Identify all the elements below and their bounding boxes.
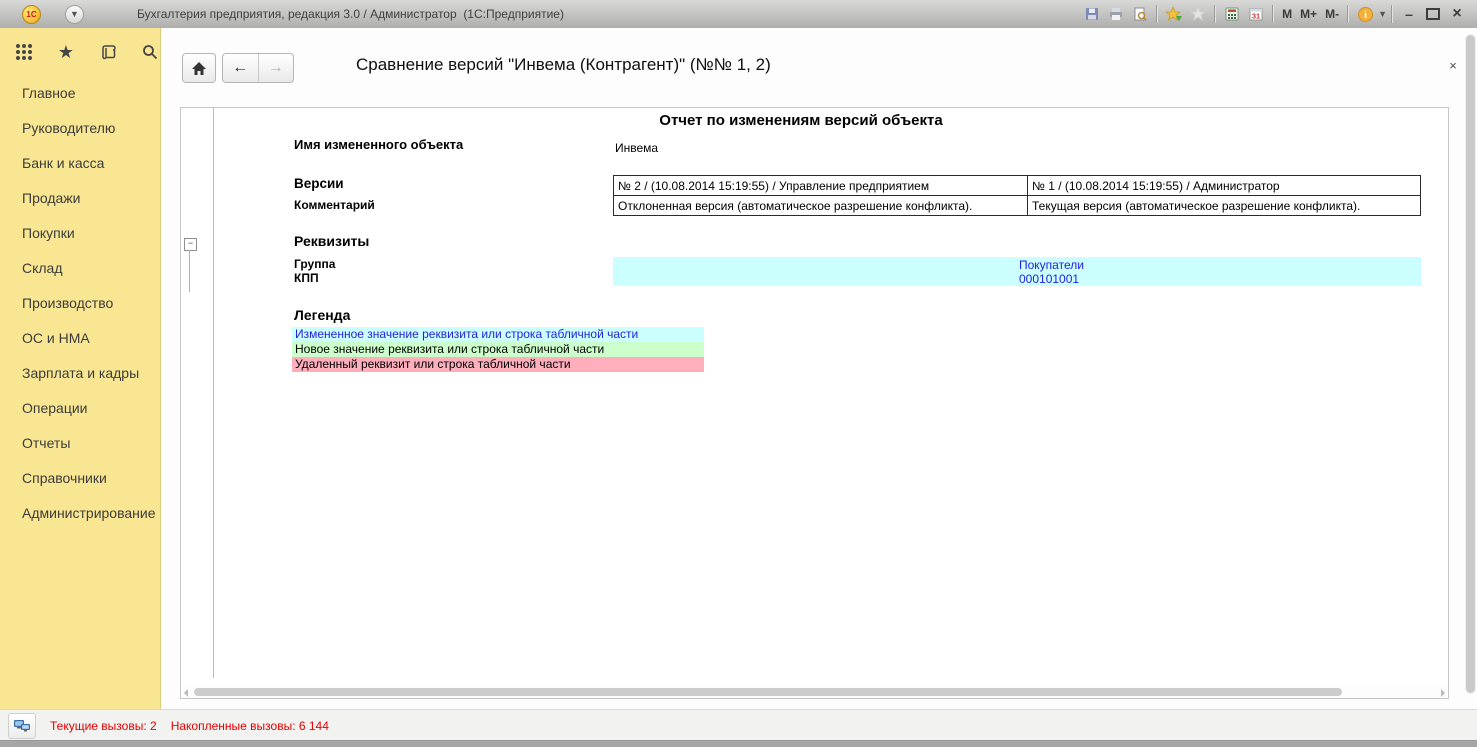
legend-new-row: Новое значение реквизита или строка табл… [292, 342, 704, 357]
svg-text:i: i [1364, 10, 1367, 21]
main-menu-dropdown-button[interactable]: ▼ [65, 5, 84, 24]
status-bar: Текущие вызовы: 2 Накопленные вызовы: 6 1… [0, 709, 1477, 741]
sidebar-item-sklad[interactable]: Склад [0, 251, 160, 286]
titlebar-toolbar: 31 M M+ M- i ▼ – × [1080, 0, 1469, 28]
attribute-kpp-label: КПП [294, 271, 319, 285]
accumulated-calls-text: Накопленные вызовы: 6 144 [171, 719, 329, 733]
toolbar-separator [1214, 5, 1216, 23]
save-icon[interactable] [1081, 4, 1103, 24]
title-bar: 1С ▼ Бухгалтерия предприятия, редакция 3… [0, 0, 1477, 29]
favorites-star-icon[interactable]: ★ [56, 42, 76, 62]
minimize-button[interactable]: – [1397, 4, 1421, 24]
table-row: № 2 / (10.08.2014 15:19:55) / Управление… [614, 176, 1421, 196]
sidebar-item-operatsii[interactable]: Операции [0, 391, 160, 426]
server-calls-status: Текущие вызовы: 2 Накопленные вызовы: 6 1… [50, 719, 343, 733]
home-button[interactable] [182, 53, 216, 83]
attribute-gruppa-value: Покупатели [1019, 258, 1084, 272]
sidebar-item-spravochniki[interactable]: Справочники [0, 461, 160, 496]
object-name-label: Имя измененного объекта [294, 137, 463, 152]
calendar-icon[interactable]: 31 [1245, 4, 1267, 24]
forward-button[interactable]: → [259, 54, 294, 82]
scroll-left-arrow-icon[interactable] [184, 689, 188, 697]
sidebar-item-rukovoditelyu[interactable]: Руководителю [0, 111, 160, 146]
horizontal-scrollbar[interactable] [182, 687, 1447, 697]
object-name-value: Инвема [615, 141, 658, 155]
memory-button[interactable]: M [1278, 7, 1296, 21]
vertical-scrollbar[interactable] [1465, 34, 1476, 694]
app-window: 1С ▼ Бухгалтерия предприятия, редакция 3… [0, 0, 1477, 747]
sidebar-item-otchety[interactable]: Отчеты [0, 426, 160, 461]
attribute-kpp-value: 000101001 [1019, 272, 1079, 286]
group-margin-line [213, 108, 214, 678]
maximize-button[interactable] [1421, 4, 1445, 24]
report-document: − Отчет по изменениям версий объекта Имя… [180, 107, 1449, 699]
sidebar-item-bank-i-kassa[interactable]: Банк и касса [0, 146, 160, 181]
main-area: ← → Сравнение версий "Инвема (Контрагент… [161, 28, 1477, 710]
versions-label: Версии [294, 176, 344, 191]
sidebar-item-os-i-nma[interactable]: ОС и НМА [0, 321, 160, 356]
horizontal-scrollbar-thumb[interactable] [194, 688, 1342, 696]
search-icon[interactable] [140, 42, 160, 62]
toolbar-separator [1391, 5, 1393, 23]
vertical-scrollbar-thumb[interactable] [1466, 35, 1475, 693]
sidebar-item-zarplata-i-kadry[interactable]: Зарплата и кадры [0, 356, 160, 391]
window-title: Бухгалтерия предприятия, редакция 3.0 / … [137, 7, 564, 21]
version-2-comment-cell: Отклоненная версия (автоматическое разре… [614, 196, 1028, 216]
toolbar-separator [1347, 5, 1349, 23]
version-1-comment-cell: Текущая версия (автоматическое разрешени… [1028, 196, 1421, 216]
attributes-label: Реквизиты [294, 233, 369, 249]
changed-attributes-highlight: Покупатели 000101001 [613, 257, 1421, 286]
server-calls-icon [13, 718, 31, 734]
info-dropdown-icon[interactable]: ▼ [1378, 9, 1387, 19]
info-icon[interactable]: i [1354, 4, 1376, 24]
sidebar-item-proizvodstvo[interactable]: Производство [0, 286, 160, 321]
back-button[interactable]: ← [223, 54, 259, 82]
legend-label: Легенда [294, 307, 350, 323]
form-close-button[interactable]: × [1444, 56, 1462, 74]
print-preview-icon[interactable] [1129, 4, 1151, 24]
toolbar-separator [1156, 5, 1158, 23]
legend-changed-row: Измененное значение реквизита или строка… [292, 327, 704, 342]
menu-grid-icon[interactable] [14, 42, 34, 62]
version-1-cell: № 1 / (10.08.2014 15:19:55) / Администра… [1028, 176, 1421, 196]
server-calls-button[interactable] [8, 713, 36, 739]
sidebar-item-glavnoe[interactable]: Главное [0, 76, 160, 111]
current-calls-text: Текущие вызовы: 2 [50, 719, 157, 733]
history-icon[interactable] [98, 42, 118, 62]
favorites-icon[interactable] [1187, 4, 1209, 24]
memory-plus-button[interactable]: M+ [1296, 7, 1321, 21]
favorites-add-icon[interactable] [1163, 4, 1185, 24]
comment-label: Комментарий [294, 198, 375, 212]
collapse-group-button[interactable]: − [184, 238, 197, 251]
group-bracket-line [189, 250, 190, 292]
sidebar-item-pokupki[interactable]: Покупки [0, 216, 160, 251]
close-button[interactable]: × [1445, 4, 1469, 24]
memory-minus-button[interactable]: M- [1321, 7, 1343, 21]
sidebar-item-prodazhi[interactable]: Продажи [0, 181, 160, 216]
svg-text:31: 31 [1252, 12, 1260, 21]
app-logo-icon: 1С [22, 5, 41, 24]
sidebar-toolbar: ★ [0, 28, 160, 76]
toolbar-separator [1272, 5, 1274, 23]
legend-deleted-row: Удаленный реквизит или строка табличной … [292, 357, 704, 372]
page-title: Сравнение версий "Инвема (Контрагент)" (… [356, 55, 771, 75]
calculator-icon[interactable] [1221, 4, 1243, 24]
window-bottom-edge [0, 740, 1477, 747]
report-title: Отчет по изменениям версий объекта [181, 112, 1421, 129]
version-2-cell: № 2 / (10.08.2014 15:19:55) / Управление… [614, 176, 1028, 196]
section-sidebar: ★ Главное Руководителю Банк и касса Прод… [0, 28, 161, 710]
print-icon[interactable] [1105, 4, 1127, 24]
scroll-right-arrow-icon[interactable] [1441, 689, 1445, 697]
table-row: Отклоненная версия (автоматическое разре… [614, 196, 1421, 216]
attribute-gruppa-label: Группа [294, 257, 335, 271]
versions-table: № 2 / (10.08.2014 15:19:55) / Управление… [613, 175, 1421, 216]
sidebar-item-administrirovanie[interactable]: Администрирование [0, 496, 160, 531]
history-nav-group: ← → [222, 53, 294, 83]
